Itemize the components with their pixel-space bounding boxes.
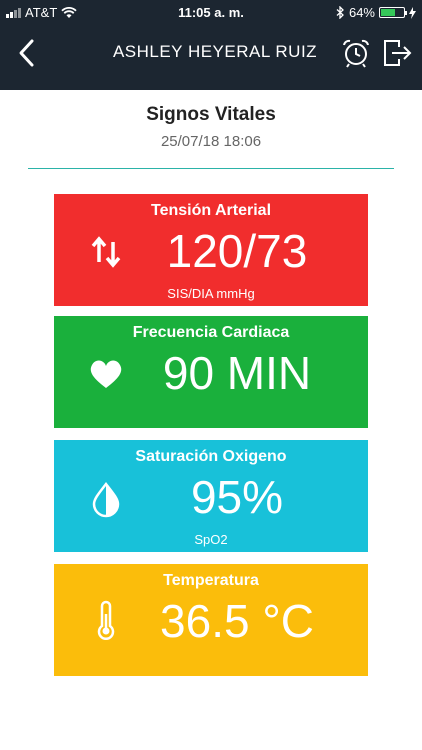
card-title: Frecuencia Cardiaca bbox=[132, 324, 290, 341]
thermometer-icon bbox=[97, 600, 115, 640]
card-title: Saturación Oxigeno bbox=[135, 448, 287, 465]
card-value: 90 MIN bbox=[162, 347, 312, 399]
patient-name: ASHLEY HEYERAL RUIZ bbox=[112, 42, 318, 61]
measurement-datetime: 25/07/18 18:06 bbox=[160, 133, 262, 150]
navigation-bar: ASHLEY HEYERAL RUIZ bbox=[0, 28, 422, 78]
card-unit: SpO2 bbox=[194, 532, 228, 547]
app-header: AT&T 11:05 a. m. 64% ASHLEY HEYERAL RUIZ bbox=[0, 0, 422, 90]
battery-icon bbox=[379, 7, 407, 18]
alarm-clock-icon bbox=[343, 39, 369, 68]
card-unit: SIS/DIA mmHg bbox=[167, 286, 255, 301]
card-value: 36.5 °C bbox=[160, 595, 314, 647]
oxygen-saturation-card[interactable]: Saturación Oxigeno 95% SpO2 bbox=[54, 440, 368, 552]
battery-fill bbox=[381, 9, 395, 16]
blood-pressure-card[interactable]: Tensión Arterial 120/73 SIS/DIA mmHg bbox=[54, 194, 368, 306]
heart-icon bbox=[90, 360, 122, 388]
card-title: Temperatura bbox=[163, 572, 259, 589]
up-down-arrows-icon bbox=[91, 236, 121, 268]
status-bar: AT&T 11:05 a. m. 64% bbox=[0, 0, 422, 24]
battery-percent: 64% bbox=[348, 5, 375, 20]
contrast-drop-icon bbox=[92, 481, 120, 518]
logout-button[interactable] bbox=[382, 38, 412, 68]
bluetooth-icon bbox=[336, 6, 344, 19]
card-value: 120/73 bbox=[166, 225, 308, 277]
temperature-card[interactable]: Temperatura 36.5 °C bbox=[54, 564, 368, 676]
charging-icon bbox=[409, 6, 416, 19]
card-title: Tensión Arterial bbox=[150, 202, 272, 219]
page-title: Signos Vitales bbox=[146, 104, 276, 125]
status-right: 64% bbox=[336, 5, 416, 20]
back-button[interactable] bbox=[14, 38, 42, 68]
heart-rate-card[interactable]: Frecuencia Cardiaca 90 MIN bbox=[54, 316, 368, 428]
chevron-left-icon bbox=[19, 39, 34, 67]
logout-icon bbox=[384, 40, 412, 66]
title-divider bbox=[28, 168, 394, 169]
alarm-button[interactable] bbox=[341, 38, 371, 68]
card-value: 95% bbox=[190, 471, 284, 523]
